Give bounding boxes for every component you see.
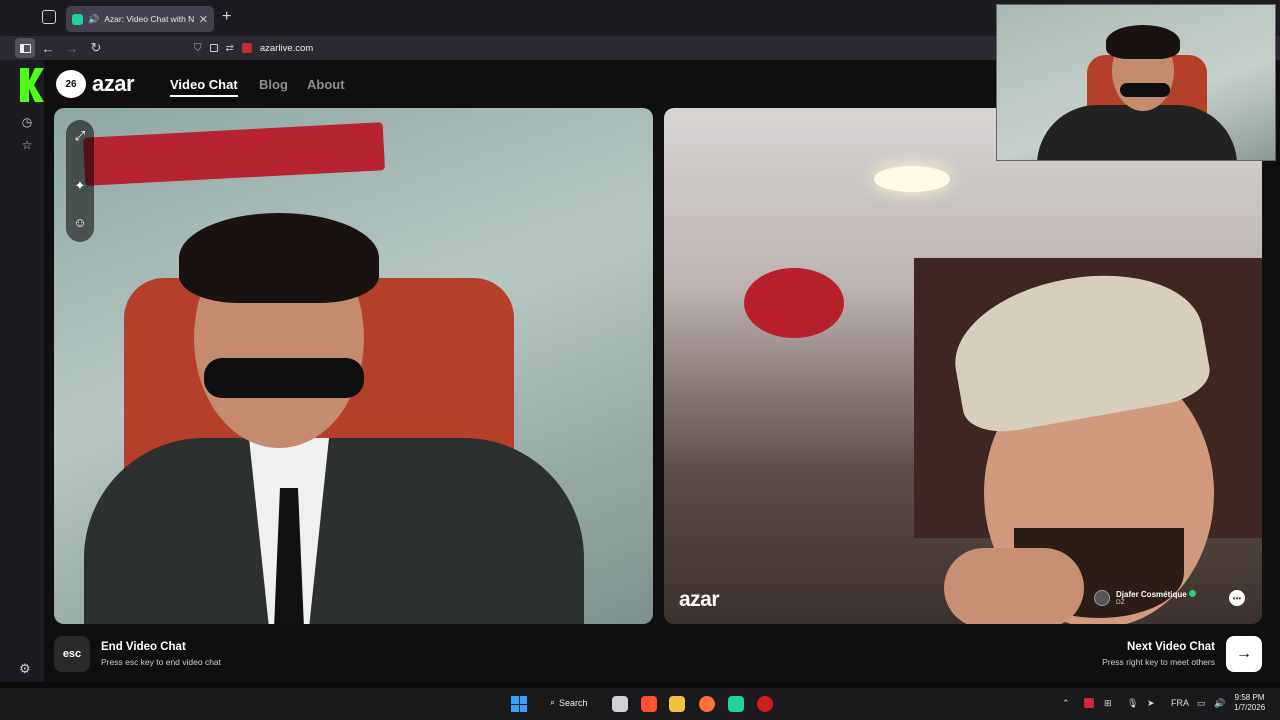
reload-button[interactable]: ↻ <box>86 38 106 58</box>
avatar <box>1094 590 1110 606</box>
network-icon[interactable]: ▭ <box>1197 698 1206 709</box>
nav-blog[interactable]: Blog <box>259 77 288 92</box>
new-tab-button[interactable]: + <box>222 8 231 26</box>
tray-app-icon[interactable] <box>1084 698 1094 708</box>
speaker-icon[interactable]: 🔊 <box>88 14 99 25</box>
firefox-icon[interactable] <box>699 696 715 712</box>
ceiling-light <box>874 166 950 192</box>
tray-translate-icon[interactable]: ⊞ <box>1104 698 1112 709</box>
settings-gear-icon[interactable]: ⚙ <box>19 661 31 677</box>
nav-active-underline <box>170 95 238 97</box>
active-tab[interactable]: 🔊 Azar: Video Chat with New ✕ <box>66 6 214 32</box>
remote-video <box>664 108 1262 624</box>
chat-bubble-icon[interactable]: ••• <box>1229 590 1245 606</box>
bookmarks-star-icon[interactable]: ☆ <box>20 138 34 152</box>
browser-sidebar <box>0 60 44 682</box>
effects-sparkle-icon[interactable]: ✦ <box>72 178 88 194</box>
azar-app-icon[interactable] <box>728 696 744 712</box>
nav-about[interactable]: About <box>307 77 345 92</box>
brave-browser-icon[interactable] <box>641 696 657 712</box>
system-clock[interactable]: 9:58 PM 1/7/2026 <box>1234 693 1265 714</box>
clock-time: 9:58 PM <box>1234 693 1265 702</box>
webcam-sunglasses <box>1120 83 1170 97</box>
scarf-decoration <box>82 122 386 186</box>
face-filter-icon[interactable]: ☺ <box>72 214 88 230</box>
webcam-hair <box>1106 25 1180 59</box>
windows-start-icon[interactable] <box>511 696 527 712</box>
url-text: azarlive.com <box>259 42 314 54</box>
sidebar-icon <box>19 43 31 53</box>
red-app-icon[interactable] <box>757 696 773 712</box>
taskbar-search[interactable]: ⌕ Search <box>550 697 588 708</box>
local-video <box>54 108 653 624</box>
azar-favicon-icon <box>72 13 83 25</box>
language-indicator[interactable]: FRA <box>1171 698 1189 708</box>
nav-video-chat[interactable]: Video Chat <box>170 77 238 92</box>
tracking-shield-icon[interactable]: ⛉ <box>194 43 202 54</box>
address-bar[interactable]: ⛉ ⇄ azarlive.com <box>190 38 990 58</box>
verified-icon <box>1188 589 1196 597</box>
task-view-icon[interactable] <box>612 696 628 712</box>
tray-overflow-icon[interactable]: ⌃ <box>1062 698 1070 709</box>
file-explorer-icon[interactable] <box>669 696 685 712</box>
next-chat-button[interactable]: → <box>1226 636 1262 672</box>
suit <box>84 438 584 624</box>
balloons <box>744 268 844 338</box>
site-favicon-icon <box>241 43 252 53</box>
remote-user-name: Djafer Cosmétique <box>1116 589 1196 600</box>
sunglasses <box>204 358 364 398</box>
sidebar-toggle-button[interactable] <box>15 38 35 58</box>
back-button[interactable]: ← <box>38 38 58 58</box>
location-icon[interactable]: ➤ <box>1147 698 1155 709</box>
azar-logo-text[interactable]: azar <box>92 71 135 97</box>
tab-title: Azar: Video Chat with New <box>104 14 194 24</box>
lock-icon[interactable] <box>209 44 218 52</box>
search-label: Search <box>559 697 588 708</box>
hair <box>179 213 379 303</box>
tab-overview-icon[interactable] <box>42 10 56 24</box>
hand <box>944 548 1084 624</box>
history-icon[interactable]: ◷ <box>20 115 34 129</box>
remote-user-country: DZ <box>1116 599 1125 607</box>
next-chat-hint: Press right key to meet others <box>1102 657 1215 667</box>
streamer-webcam <box>996 4 1276 161</box>
end-chat-button[interactable]: esc <box>54 636 90 672</box>
forward-button[interactable]: → <box>62 38 82 58</box>
close-tab-icon[interactable]: ✕ <box>199 13 208 26</box>
clock-date: 1/7/2026 <box>1234 703 1266 713</box>
end-chat-title: End Video Chat <box>101 641 186 653</box>
search-icon: ⌕ <box>550 697 556 707</box>
volume-icon[interactable]: 🔊 <box>1214 698 1225 709</box>
webcam-suit <box>1037 105 1237 160</box>
azar-logo-badge[interactable]: 26 <box>56 70 86 98</box>
permissions-icon[interactable]: ⇄ <box>226 43 234 54</box>
next-chat-title: Next Video Chat <box>1127 641 1215 653</box>
expand-icon[interactable]: ⤢ <box>72 128 88 144</box>
microphone-icon[interactable]: 🎙 <box>1127 698 1138 709</box>
end-chat-hint: Press esc key to end video chat <box>101 657 222 667</box>
azar-watermark: azar <box>679 588 720 611</box>
remote-user-badge[interactable]: Djafer Cosmétique DZ <box>1094 585 1220 611</box>
